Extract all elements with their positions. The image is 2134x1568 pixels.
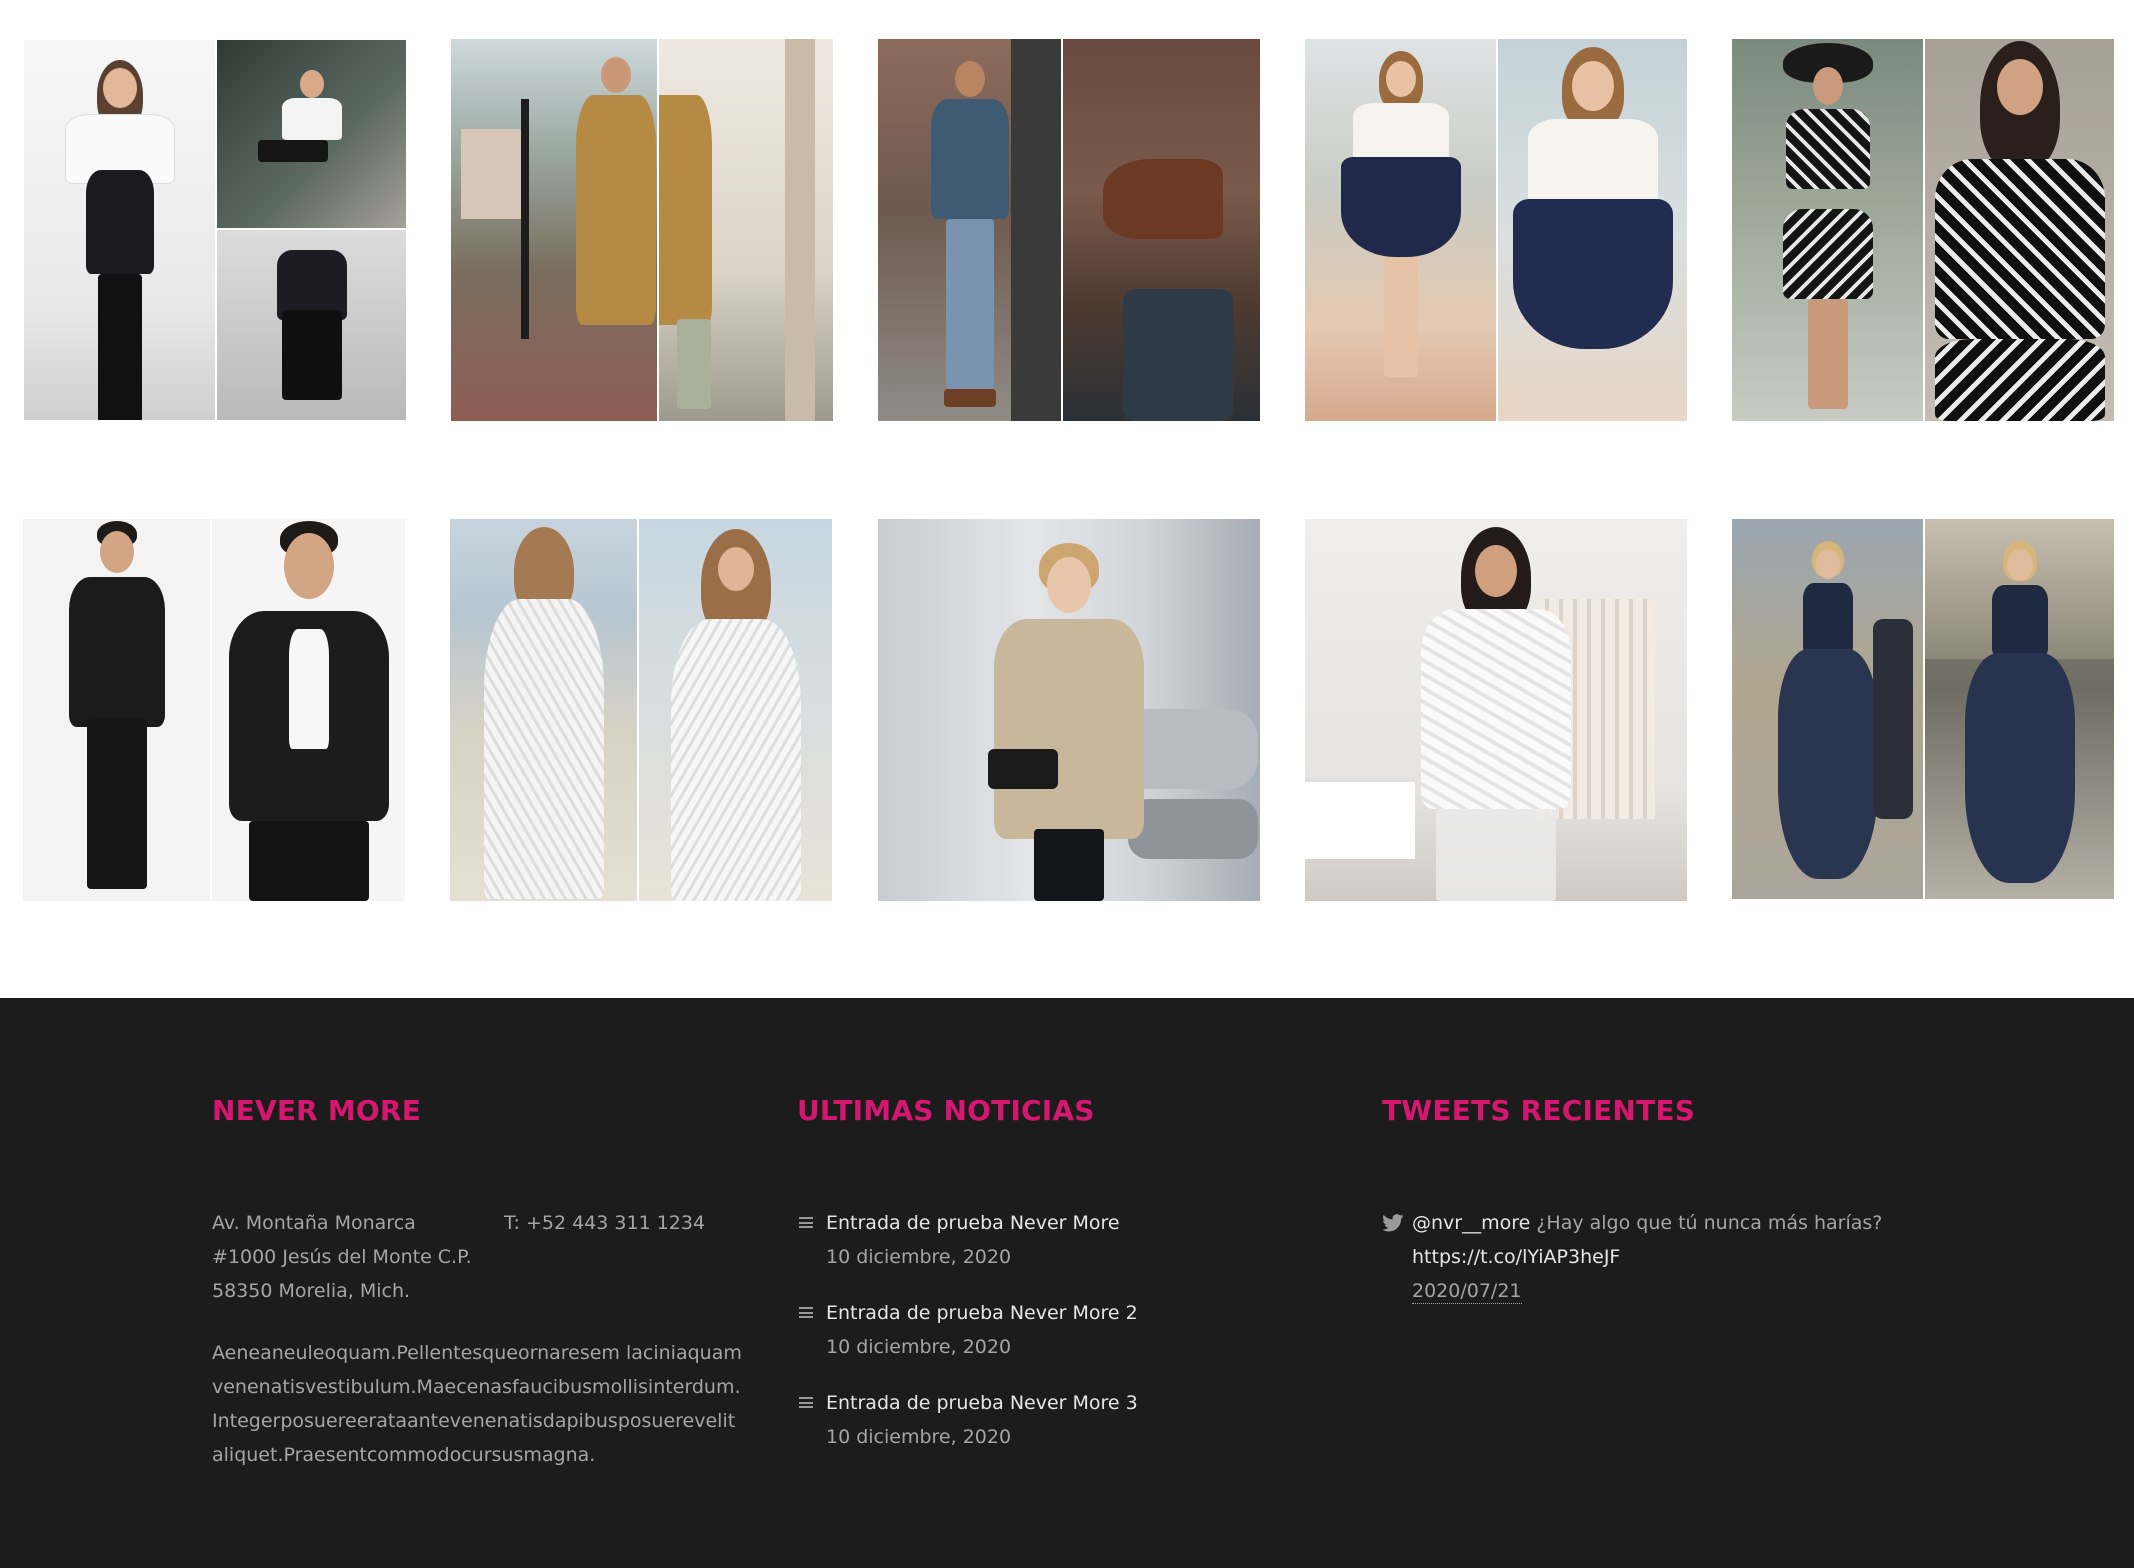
photo-gallery [0,0,2134,998]
news-list-item: Entrada de prueba Never More 2 10 diciem… [797,1296,1217,1386]
photo-panel [23,519,211,901]
news-title-link[interactable]: Entrada de prueba Never More [826,1206,1217,1240]
gallery-photo-white-feather-jacket[interactable] [1305,519,1687,901]
description-line: aliquet.Praesentcommodocursusmagna. [212,1444,596,1466]
photo-panel [1732,39,1923,421]
description-line: Integerposuereerataantevenenatisdapibusp… [212,1410,736,1432]
photo-panel [1496,39,1687,421]
news-list: Entrada de prueba Never More 10 diciembr… [797,1206,1217,1476]
gallery-photo-white-lace-dress[interactable] [450,519,832,901]
gallery-photo-off-shoulder-pinafore[interactable] [24,40,406,420]
address-line: Av. Montaña Monarca [212,1212,416,1234]
description-line: venenatisvestibulum.Maecenasfaucibusmoll… [212,1376,741,1398]
footer-description: Aeneaneuleoquam.Pellentesqueornaresem la… [212,1336,752,1472]
news-title-link[interactable]: Entrada de prueba Never More 2 [826,1296,1217,1330]
news-date: 10 diciembre, 2020 [826,1426,1012,1448]
footer-phone: T: +52 443 311 1234 [504,1212,706,1234]
tweet-username-link[interactable]: @nvr__more [1412,1212,1530,1234]
news-date: 10 diciembre, 2020 [826,1246,1012,1268]
photo-panel [657,39,833,421]
photo-panel [450,519,638,901]
gallery-photo-blue-blazer-boots[interactable] [878,39,1260,421]
photo-panel [1923,519,2114,899]
photo-panel [451,39,658,421]
twitter-bird-icon [1382,1214,1404,1232]
list-lines-icon [799,1307,813,1318]
gallery-photo-leather-jacket-bowtie[interactable] [23,519,405,901]
list-lines-icon [799,1397,813,1408]
description-line: Aeneaneuleoquam.Pellentesqueornaresem la… [212,1342,742,1364]
tweet-date-link[interactable]: 2020/07/21 [1412,1279,1522,1304]
footer-tweets-heading: TWEETS RECIENTES [1382,1094,1696,1127]
gallery-photo-camel-trench-coat[interactable] [451,39,833,421]
news-date: 10 diciembre, 2020 [826,1336,1012,1358]
site-footer: NEVER MORE Av. Montaña Monarca #1000 Jes… [0,998,2134,1568]
news-title-link[interactable]: Entrada de prueba Never More 3 [826,1386,1217,1420]
photo-panel [215,40,406,420]
footer-address: Av. Montaña Monarca #1000 Jesús del Mont… [212,1206,512,1308]
footer-about-heading: NEVER MORE [212,1094,422,1127]
photo-panel [1732,519,1923,899]
tweet-item: @nvr__more ¿Hay algo que tú nunca más har… [1382,1206,1902,1308]
news-list-item: Entrada de prueba Never More 3 10 diciem… [797,1386,1217,1476]
tweet-text: ¿Hay algo que tú nunca más harías? [1536,1212,1883,1234]
gallery-photo-white-top-navy-skirt[interactable] [1305,39,1687,421]
photo-panel [1923,39,2114,421]
news-list-item: Entrada de prueba Never More 10 diciembr… [797,1206,1217,1296]
address-line: 58350 Morelia, Mich. [212,1280,411,1302]
photo-panel [637,519,832,901]
gallery-photo-navy-ball-gown[interactable] [1732,519,2114,899]
address-line: #1000 Jesús del Monte C.P. [212,1246,472,1268]
gallery-photo-embroidered-crop-set[interactable] [1732,39,2114,421]
photo-panel [878,39,1062,421]
gallery-photo-beige-field-jacket[interactable] [878,519,1260,901]
photo-panel [210,519,405,901]
photo-panel [1061,39,1260,421]
footer-news-heading: ULTIMAS NOTICIAS [797,1094,1095,1127]
photo-panel [1305,39,1496,421]
list-lines-icon [799,1217,813,1228]
tweet-url-link[interactable]: https://t.co/lYiAP3heJF [1412,1240,1902,1274]
photo-panel [24,40,215,420]
